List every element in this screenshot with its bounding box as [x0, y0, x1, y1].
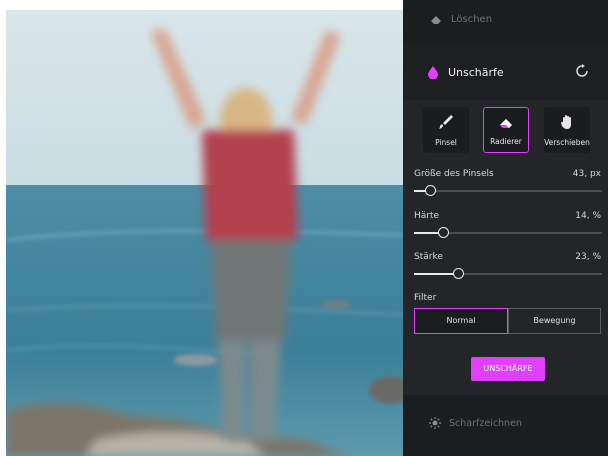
tool-brush-label: Pinsel [435, 138, 457, 147]
hand-icon [561, 115, 571, 129]
section-title: Unschärfe [448, 66, 504, 79]
tool-hand-button[interactable]: Verschieben [544, 107, 590, 153]
tool-eraser-label: Radierer [490, 137, 522, 146]
brush-size-handle[interactable] [424, 185, 436, 196]
hardness-slider[interactable] [414, 227, 602, 238]
droplet-icon [428, 66, 438, 79]
strength-label: Stärke [414, 252, 443, 262]
strength-slider[interactable] [414, 268, 602, 279]
eraser-icon [500, 119, 512, 128]
tool-brush-button[interactable]: Pinsel [423, 107, 469, 153]
hardness-handle[interactable] [438, 227, 450, 238]
sharpen-section[interactable]: Scharfzeichnen [403, 395, 608, 456]
strength-handle[interactable] [453, 268, 465, 279]
strength-value: 23, % [575, 252, 601, 262]
delete-label: Löschen [451, 14, 493, 25]
blurred-photo [6, 10, 403, 456]
eraser-icon [431, 16, 441, 24]
photo-canvas[interactable] [6, 10, 403, 456]
tool-selector: Pinsel Radierer Verschieben [403, 107, 608, 155]
hardness-label: Härte [414, 211, 440, 221]
apply-blur-button[interactable]: UNSCHÄRFE [471, 357, 545, 381]
filter-label: Filter [414, 293, 437, 303]
sharpen-label: Scharfzeichnen [449, 418, 522, 429]
blur-section-header[interactable]: Unschärfe [403, 44, 608, 100]
tool-panel: Löschen Unschärfe Pinsel Radierer Versch… [403, 0, 608, 456]
brush-size-value: 43, px [572, 169, 601, 179]
tool-eraser-button[interactable]: Radierer [483, 107, 529, 153]
brush-icon [439, 115, 453, 129]
sun-icon [429, 417, 441, 429]
filter-normal-button[interactable]: Normal [414, 308, 508, 334]
brush-size-label: Größe des Pinsels [414, 169, 494, 179]
filter-motion-button[interactable]: Bewegung [508, 308, 601, 334]
tool-hand-label: Verschieben [544, 138, 590, 147]
brush-size-slider[interactable] [414, 185, 602, 196]
refresh-icon[interactable] [575, 64, 589, 78]
delete-section[interactable]: Löschen [403, 0, 608, 44]
hardness-value: 14, % [575, 211, 601, 221]
